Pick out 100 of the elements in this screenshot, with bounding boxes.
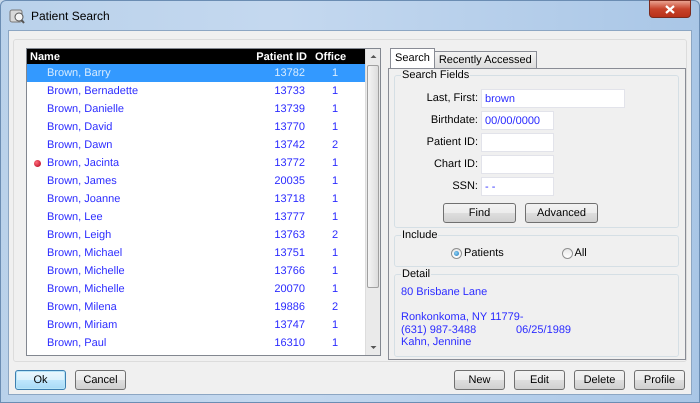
input-field[interactable]: brown xyxy=(481,89,625,108)
patient-row[interactable]: Brown, Michelle 13766 1 xyxy=(27,262,365,280)
window-title: Patient Search xyxy=(31,8,110,22)
patient-id: 13777 xyxy=(273,211,306,223)
phone-text: (631) 987-3488 xyxy=(401,324,478,336)
patient-name: Brown, Michelle xyxy=(47,283,125,295)
patient-row[interactable]: Brown, James 20035 1 xyxy=(27,172,365,190)
input-field[interactable] xyxy=(481,133,554,152)
patient-name: Brown, Milena xyxy=(47,301,117,313)
patient-name: Brown, Leigh xyxy=(47,229,112,241)
scrollbar[interactable] xyxy=(365,49,380,355)
scroll-thumb[interactable] xyxy=(367,65,379,288)
search-action-button[interactable]: Advanced xyxy=(525,203,598,223)
office-number: 1 xyxy=(330,211,340,223)
office-number: 1 xyxy=(330,121,340,133)
patient-id: 16310 xyxy=(273,337,306,349)
office-number: 1 xyxy=(330,337,340,349)
patient-id: 13782 xyxy=(273,67,306,79)
patient-id: 13766 xyxy=(273,265,306,277)
patient-row[interactable]: Brown, Michael 13751 1 xyxy=(27,244,365,262)
patient-name: Brown, James xyxy=(47,175,117,187)
patient-id: 13718 xyxy=(273,193,306,205)
office-number: 2 xyxy=(330,139,340,151)
column-header[interactable]: Office xyxy=(307,50,363,62)
patient-row[interactable]: Brown, Milena 19886 2 xyxy=(27,298,365,316)
patient-row[interactable]: Brown, Dawn 13742 2 xyxy=(27,136,365,154)
patient-id: 13733 xyxy=(273,85,306,97)
patient-row[interactable]: Brown, David 13770 1 xyxy=(27,118,365,136)
input-field[interactable]: 00/00/0000 xyxy=(481,111,554,130)
office-number: 1 xyxy=(330,85,340,97)
patient-id: 19886 xyxy=(273,301,306,313)
patient-name: Brown, Danielle xyxy=(47,103,124,115)
field-label: Patient ID: xyxy=(426,135,478,150)
provider-text: Kahn, Jennine xyxy=(401,336,472,348)
patient-row[interactable]: Brown, Paul 16310 1 xyxy=(27,334,365,352)
office-number: 1 xyxy=(330,247,340,259)
column-header[interactable]: Name xyxy=(27,50,245,62)
patient-row[interactable]: Brown, Jacinta 13772 1 xyxy=(27,154,365,172)
patient-row[interactable]: Brown, Lee 13777 1 xyxy=(27,208,365,226)
office-number: 1 xyxy=(330,283,340,295)
patient-id: 20035 xyxy=(273,175,306,187)
office-number: 1 xyxy=(330,319,340,331)
office-number: 1 xyxy=(330,175,340,187)
address-text: 80 Brisbane Lane xyxy=(401,286,488,298)
radio-label[interactable]: All xyxy=(574,246,587,260)
patient-name: Brown, Barry xyxy=(47,67,111,79)
search-action-button[interactable]: Find xyxy=(443,203,516,223)
tab[interactable]: Search xyxy=(390,48,435,68)
office-number: 1 xyxy=(330,157,340,169)
radio-label[interactable]: Patients xyxy=(464,246,504,260)
office-number: 1 xyxy=(330,193,340,205)
patient-id: 13770 xyxy=(273,121,306,133)
patient-name: Brown, Michael xyxy=(47,247,122,259)
patient-row[interactable]: Brown, Leigh 13763 2 xyxy=(27,226,365,244)
city-state-zip-text: Ronkonkoma, NY 11779- xyxy=(401,311,524,324)
dialog-button[interactable]: Edit xyxy=(514,370,565,390)
dialog-button[interactable]: Delete xyxy=(574,370,625,390)
radio-button[interactable] xyxy=(562,248,572,258)
patient-row[interactable]: Brown, Danielle 13739 1 xyxy=(27,100,365,118)
field-label: Chart ID: xyxy=(432,157,478,172)
patient-name: Brown, David xyxy=(47,121,112,133)
dialog-button[interactable]: Profile xyxy=(634,370,685,390)
patient-id: 13747 xyxy=(273,319,306,331)
dialog-button[interactable]: Ok xyxy=(15,370,66,390)
dialog-button[interactable]: Cancel xyxy=(75,370,126,390)
patient-id: 13763 xyxy=(273,229,306,241)
column-header[interactable]: Patient ID xyxy=(245,50,307,62)
field-label: Last, First: xyxy=(426,91,478,106)
patient-name: Brown, Miriam xyxy=(47,319,118,331)
app-icon xyxy=(9,8,25,24)
patient-name: Brown, Joanne xyxy=(47,193,120,205)
input-field[interactable] xyxy=(481,155,554,174)
input-field[interactable]: - - xyxy=(481,177,554,196)
close-button[interactable] xyxy=(649,0,691,18)
patient-row[interactable]: Brown, Michelle 20070 1 xyxy=(27,280,365,298)
patient-name: Brown, Bernadette xyxy=(47,85,138,97)
patient-id: 13739 xyxy=(273,103,306,115)
office-number: 2 xyxy=(330,301,340,313)
office-number: 1 xyxy=(330,103,340,115)
tab[interactable]: Recently Accessed xyxy=(434,51,537,68)
patient-name: Brown, Jacinta xyxy=(47,157,120,169)
dialog-button[interactable]: New xyxy=(454,370,505,390)
patient-id: 20070 xyxy=(273,283,306,295)
field-label: Birthdate: xyxy=(430,113,478,128)
radio-button[interactable] xyxy=(451,248,462,258)
patient-row[interactable]: Brown, Bernadette 13733 1 xyxy=(27,82,365,100)
patient-row[interactable]: Brown, Miriam 13747 1 xyxy=(27,316,365,334)
field-label: SSN: xyxy=(451,179,478,194)
patient-id: 13772 xyxy=(273,157,306,169)
patient-id: 13751 xyxy=(273,247,306,259)
close-icon xyxy=(665,4,675,14)
patient-name: Brown, Dawn xyxy=(47,139,112,151)
patient-name: Brown, Lee xyxy=(47,211,103,223)
patient-id: 13742 xyxy=(273,139,306,151)
office-number: 1 xyxy=(330,265,340,277)
patient-name: Brown, Paul xyxy=(47,337,106,349)
birthdate-text: 06/25/1989 xyxy=(516,324,572,336)
patient-name: Brown, Michelle xyxy=(47,265,125,277)
office-number: 2 xyxy=(330,229,340,241)
patient-row[interactable]: Brown, Joanne 13718 1 xyxy=(27,190,365,208)
